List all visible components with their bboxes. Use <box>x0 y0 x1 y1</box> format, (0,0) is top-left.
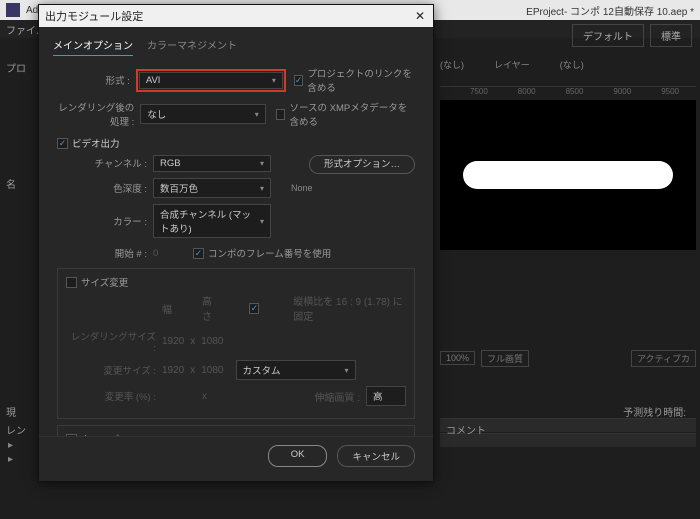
ok-button[interactable]: OK <box>268 445 328 467</box>
video-output-checkbox[interactable] <box>57 138 68 149</box>
workspace-default-button[interactable]: デフォルト <box>572 24 644 47</box>
close-icon[interactable]: ✕ <box>413 9 427 23</box>
expand-icon[interactable]: ▸ <box>8 440 13 451</box>
width-header: 幅 <box>162 301 172 316</box>
dialog-titlebar: 出力モジュール設定 ✕ <box>39 5 433 27</box>
tab-color-management[interactable]: カラーマネジメント <box>147 37 237 56</box>
video-output-label: ビデオ出力 <box>72 136 120 150</box>
chevron-down-icon: ▾ <box>272 76 276 85</box>
comment-label: コメント <box>446 422 486 437</box>
project-filename: EProject- コンポ 12自動保存 10.aep * <box>526 3 694 18</box>
include-xmp-checkbox[interactable] <box>276 109 286 120</box>
format-label: 形式 : <box>57 73 136 87</box>
left-name: 名 <box>6 176 16 191</box>
chevron-down-icon: ▾ <box>260 159 264 168</box>
include-project-link-label: プロジェクトのリンクを含める <box>307 66 415 94</box>
depth-label: 色深度 : <box>57 181 153 195</box>
resize-section: サイズ変更 幅 高さ 縦横比を 16 : 9 (1.78) に固定 レンダリング… <box>57 268 415 419</box>
start-number-value[interactable]: 0 <box>153 248 183 259</box>
chevron-down-icon: ▾ <box>255 110 259 119</box>
chevron-down-icon: ▾ <box>260 217 264 226</box>
viewer-footer[interactable]: 100% フル画質 アクティブカ <box>440 348 696 368</box>
left-cur: 現 <box>6 404 16 419</box>
lock-aspect-checkbox[interactable] <box>249 303 259 314</box>
resize-preset-dropdown[interactable]: カスタム▾ <box>236 360 356 380</box>
use-comp-frame-checkbox[interactable] <box>193 248 204 259</box>
post-render-label: レンダリング後の処理 : <box>57 100 140 128</box>
workspace-standard-button[interactable]: 標準 <box>650 24 692 47</box>
time-ruler: 750080008500900095000000 <box>440 86 696 98</box>
stretch-quality-label: 伸縮画質 : <box>314 389 360 404</box>
viewer-none: (なし) <box>440 58 464 74</box>
stretch-quality-dropdown[interactable]: 高 <box>366 386 406 406</box>
render-size-label: レンダリングサイズ : <box>66 329 162 354</box>
lock-aspect-label: 縦横比を 16 : 9 (1.78) に固定 <box>293 293 406 323</box>
resize-ratio-label: 変更率 (%) : <box>66 389 162 403</box>
left-ren: レン <box>6 422 26 437</box>
left-proj: プロ <box>6 60 26 75</box>
depth-dropdown[interactable]: 数百万色▾ <box>153 178 271 198</box>
viewer-layer-label: レイヤー <box>494 58 530 74</box>
zoom-level[interactable]: 100% <box>440 351 475 365</box>
app-icon <box>6 3 20 17</box>
format-highlight: AVI ▾ <box>136 69 286 92</box>
chevron-down-icon: ▾ <box>260 184 264 193</box>
color-label: カラー : <box>57 214 153 228</box>
format-dropdown[interactable]: AVI ▾ <box>139 72 283 89</box>
composition-viewer <box>440 100 696 250</box>
viewer-header: (なし) レイヤー (なし) <box>440 58 696 74</box>
output-module-settings-dialog: 出力モジュール設定 ✕ メインオプション カラーマネジメント 形式 : AVI … <box>38 4 434 482</box>
resolution-dropdown[interactable]: フル画質 <box>481 350 529 367</box>
height-header: 高さ <box>202 293 219 323</box>
resize-to-label: 変更サイズ : <box>66 363 162 377</box>
color-dropdown[interactable]: 合成チャンネル (マットあり)▾ <box>153 204 271 238</box>
include-xmp-label: ソースの XMPメタデータを含める <box>289 100 415 128</box>
resize-label: サイズ変更 <box>81 275 128 289</box>
resize-checkbox[interactable] <box>66 277 77 288</box>
use-comp-frame-label: コンポのフレーム番号を使用 <box>208 246 331 260</box>
expand-icon[interactable]: ▸ <box>8 454 13 465</box>
cancel-button[interactable]: キャンセル <box>337 445 415 467</box>
tab-main-options[interactable]: メインオプション <box>53 37 133 56</box>
dialog-footer: OK キャンセル <box>39 436 433 481</box>
dialog-tabs: メインオプション カラーマネジメント <box>39 27 433 62</box>
app-prefix: Ad <box>26 5 38 16</box>
remaining-time-label: 予測残り時間: <box>623 404 686 419</box>
channel-label: チャンネル : <box>57 156 153 170</box>
codec-none: None <box>291 183 313 193</box>
format-options-button[interactable]: 形式オプション… <box>309 155 415 174</box>
camera-dropdown[interactable]: アクティブカ <box>631 350 696 367</box>
post-render-dropdown[interactable]: なし ▾ <box>140 104 266 124</box>
channel-dropdown[interactable]: RGB▾ <box>153 155 271 172</box>
dialog-title: 出力モジュール設定 <box>45 8 143 24</box>
start-number-label: 開始 # : <box>57 246 153 260</box>
crop-section: クロップ 目標範囲を使用 最終サイズ : 1920 x 1080 上 : 0 左… <box>57 425 415 436</box>
viewer-none-2: (なし) <box>560 58 584 74</box>
include-project-link-checkbox[interactable] <box>294 75 304 86</box>
viewer-content-shape <box>463 161 673 189</box>
